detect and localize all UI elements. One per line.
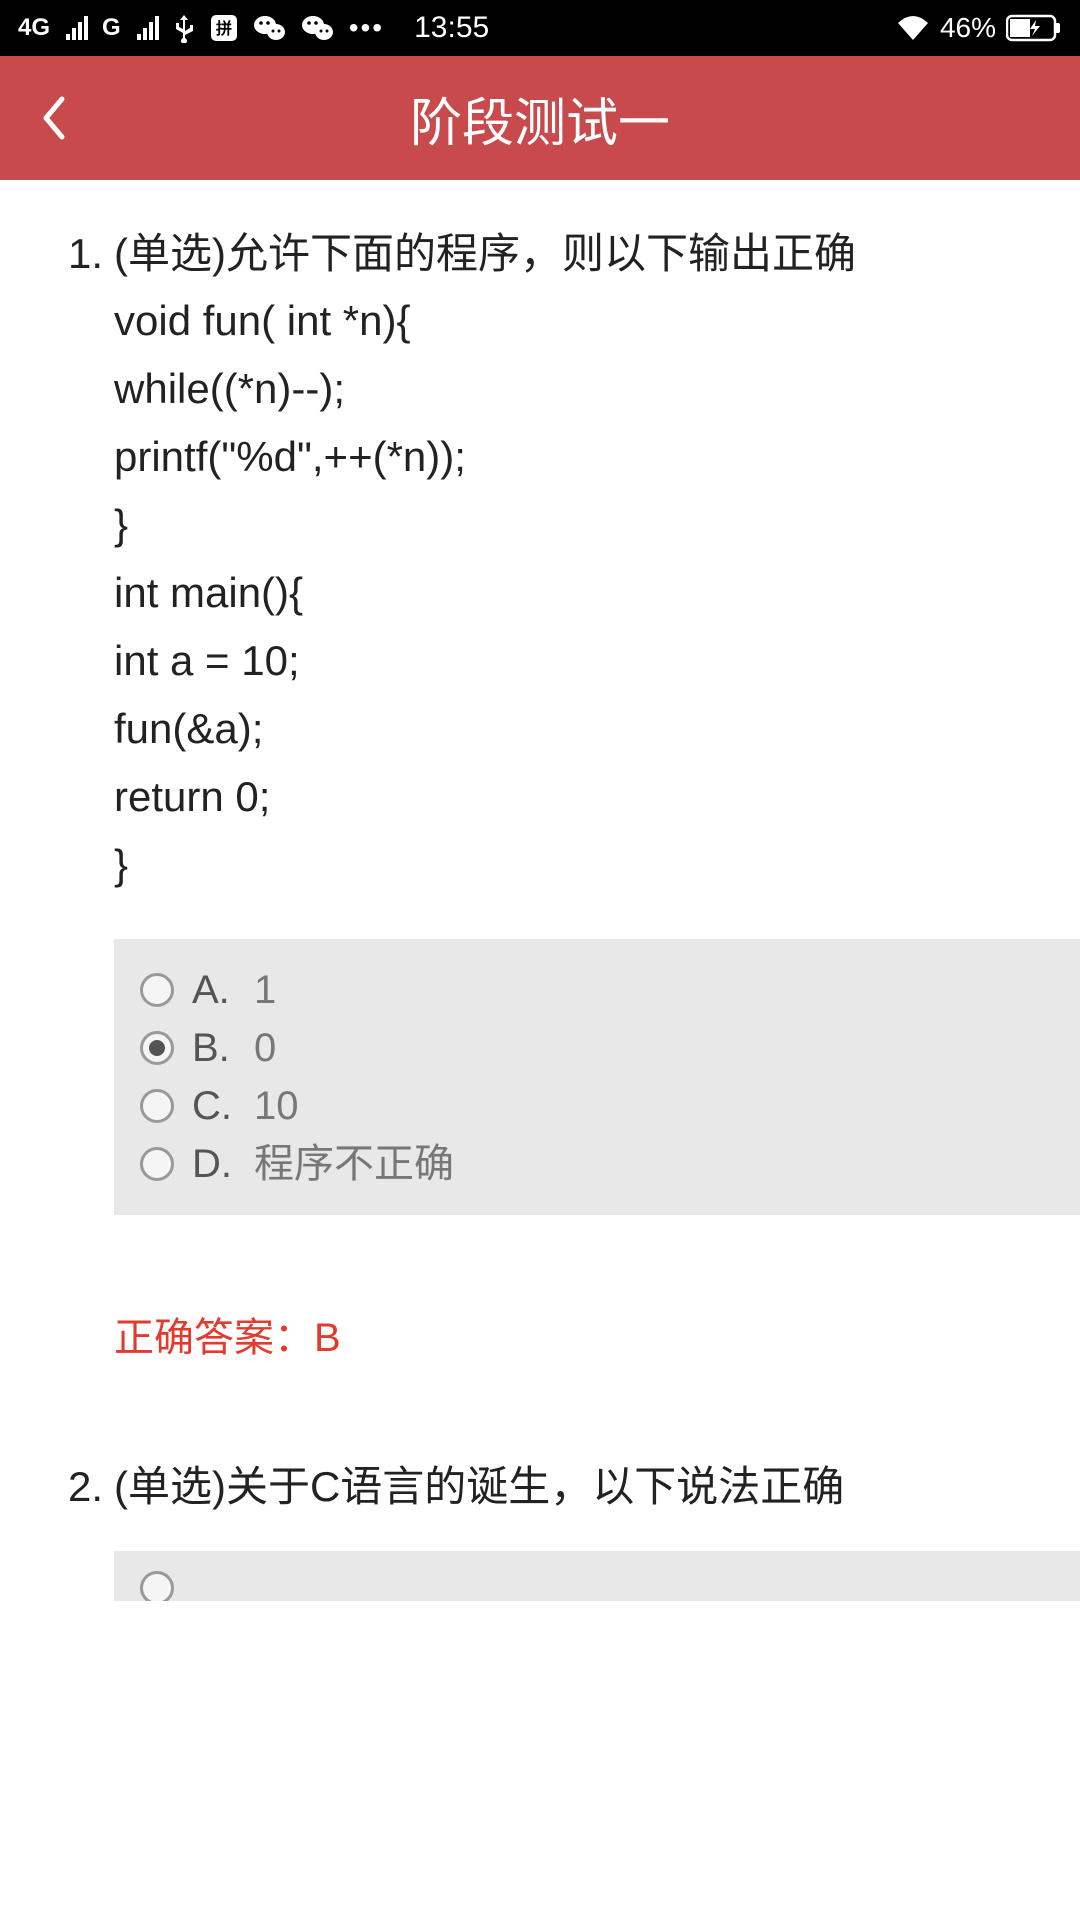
- option-text: 0: [254, 1021, 276, 1075]
- option-d[interactable]: D. 程序不正确: [140, 1135, 1054, 1193]
- option-b[interactable]: B. 0: [140, 1019, 1054, 1077]
- option-letter: C.: [192, 1079, 236, 1133]
- question-2-prompt: (单选)关于C语言的诞生，以下说法正确: [114, 1453, 844, 1520]
- code-line: return 0;: [114, 763, 1080, 831]
- back-icon: [40, 95, 68, 141]
- code-line: }: [114, 831, 1080, 899]
- question-2-head: 2. (单选)关于C语言的诞生，以下说法正确: [0, 1453, 1080, 1520]
- usb-icon: [173, 13, 195, 43]
- question-1-code: void fun( int *n){ while((*n)--); printf…: [0, 287, 1080, 899]
- input-method-icon: 拼: [209, 13, 239, 43]
- back-button[interactable]: [20, 56, 88, 180]
- more-notifications-icon: •••: [349, 12, 384, 44]
- wifi-icon: [896, 15, 930, 41]
- app-header: 阶段测试一: [0, 56, 1080, 180]
- svg-text:拼: 拼: [216, 19, 232, 38]
- code-line: int a = 10;: [114, 627, 1080, 695]
- radio-icon: [140, 973, 174, 1007]
- question-1-head: 1. (单选)允许下面的程序，则以下输出正确: [0, 220, 1080, 287]
- question-1-number: 1.: [68, 220, 114, 287]
- option-text: 10: [254, 1079, 299, 1133]
- network-g-label: G: [102, 14, 121, 42]
- option-letter: B.: [192, 1021, 236, 1075]
- code-line: printf("%d",++(*n));: [114, 423, 1080, 491]
- status-time: 13:55: [384, 11, 896, 45]
- wechat-icon-2: [301, 13, 335, 43]
- question-2-number: 2.: [68, 1453, 114, 1520]
- code-line: fun(&a);: [114, 695, 1080, 763]
- code-line: void fun( int *n){: [114, 287, 1080, 355]
- option-text: 1: [254, 963, 276, 1017]
- radio-icon: [140, 1147, 174, 1181]
- battery-percent: 46%: [940, 12, 996, 44]
- radio-icon: [140, 1571, 174, 1601]
- signal-icon-2: [137, 16, 159, 40]
- option-text: 程序不正确: [254, 1137, 454, 1191]
- content-area: 1. (单选)允许下面的程序，则以下输出正确 void fun( int *n)…: [0, 180, 1080, 1601]
- question-2: 2. (单选)关于C语言的诞生，以下说法正确: [0, 1453, 1080, 1600]
- battery-icon: [1006, 14, 1062, 42]
- network-4g-label: 4G: [18, 14, 50, 42]
- code-line: }: [114, 491, 1080, 559]
- status-right: 46%: [896, 12, 1062, 44]
- option-letter: A.: [192, 963, 236, 1017]
- signal-icon: [66, 16, 88, 40]
- code-line: int main(){: [114, 559, 1080, 627]
- option-letter: D.: [192, 1137, 236, 1191]
- question-1-options: A. 1 B. 0 C. 10 D. 程序不正确: [114, 939, 1080, 1215]
- page-title: 阶段测试一: [0, 81, 1080, 156]
- status-bar: 4G G 拼 ••• 13:55 46%: [0, 0, 1080, 56]
- question-1: 1. (单选)允许下面的程序，则以下输出正确 void fun( int *n)…: [0, 220, 1080, 1363]
- option-a[interactable]: A. 1: [140, 961, 1054, 1019]
- status-left: 4G G 拼 •••: [18, 12, 384, 44]
- option-a[interactable]: [140, 1569, 1054, 1601]
- question-1-correct-answer: 正确答案：B: [0, 1305, 1080, 1363]
- option-c[interactable]: C. 10: [140, 1077, 1054, 1135]
- question-2-options: [114, 1551, 1080, 1601]
- wechat-icon: [253, 13, 287, 43]
- question-1-prompt: (单选)允许下面的程序，则以下输出正确: [114, 220, 856, 287]
- code-line: while((*n)--);: [114, 355, 1080, 423]
- radio-icon: [140, 1089, 174, 1123]
- radio-icon-selected: [140, 1031, 174, 1065]
